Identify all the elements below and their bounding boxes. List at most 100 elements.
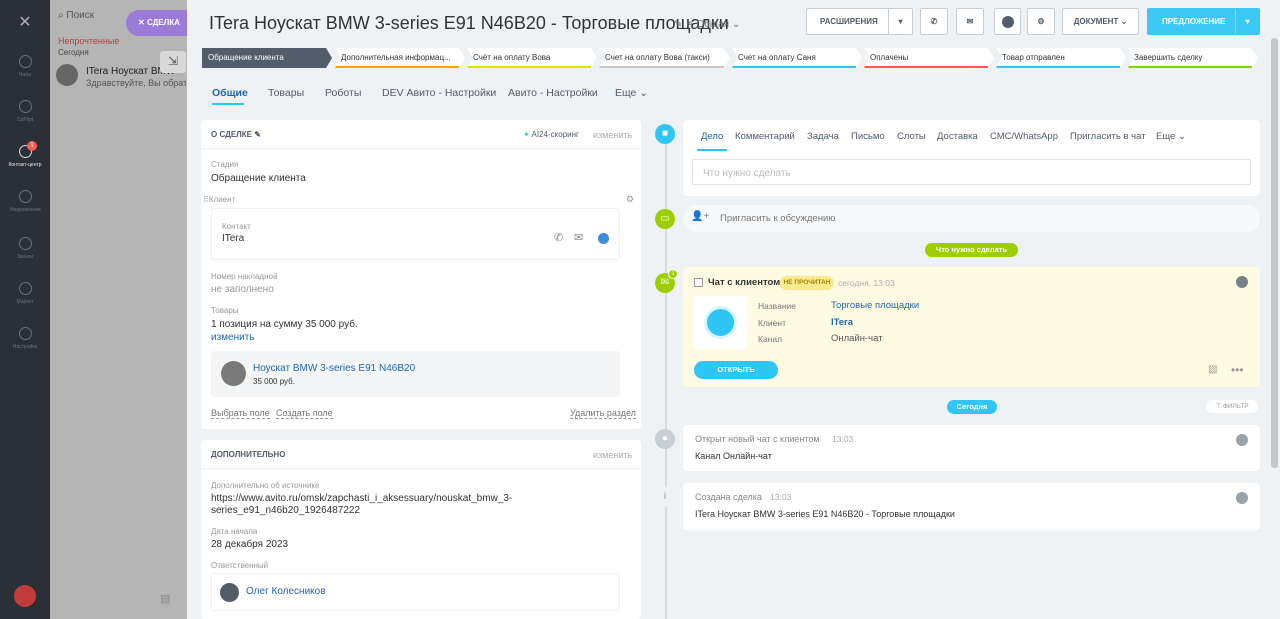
invoice-value[interactable]: не заполнено	[211, 284, 274, 295]
offer-button[interactable]: ПРЕДЛОЖЕНИЕ ▾	[1147, 8, 1260, 35]
open-chat-button[interactable]: ОТКРЫТЬ	[694, 361, 778, 379]
stage-item[interactable]: Обращение клиента	[202, 48, 332, 68]
product-name[interactable]: Ноускат BMW 3-series E91 N46B20	[253, 363, 415, 374]
stage-item[interactable]: Счёт на оплату Вова	[467, 48, 597, 68]
client-label: Клиент	[758, 318, 786, 328]
product-row: Ноускат BMW 3-series E91 N46B20 35 000 р…	[211, 351, 620, 397]
activity-editor: Дело Комментарий Задача Письмо Слоты Дос…	[683, 120, 1260, 196]
date-label: Дата начала	[211, 527, 258, 536]
chevron-down-icon[interactable]: ▾	[888, 9, 912, 34]
phone-icon	[18, 237, 32, 250]
activity-tab-task[interactable]: Задача	[807, 131, 839, 142]
activity-tab-more[interactable]: Еще ⌄	[1156, 131, 1186, 142]
today-label: Сегодня	[58, 48, 89, 57]
pipeline-selector[interactable]: ✎ ⚭ Общая ⌄	[674, 19, 740, 30]
activity-tab-delivery[interactable]: Доставка	[937, 131, 978, 142]
rail-item-market[interactable]: Маркет	[0, 282, 50, 305]
mail-icon[interactable]: ✉	[574, 231, 583, 244]
chat-logo-block	[694, 296, 747, 349]
activity-input[interactable]: Что нужно сделать	[692, 159, 1251, 185]
collapse-button[interactable]: ⇲	[160, 51, 186, 73]
activity-tab-comment[interactable]: Комментарий	[735, 131, 795, 142]
printer-icon[interactable]: ▤	[160, 592, 170, 605]
stage-value[interactable]: Обращение клиента	[211, 173, 306, 184]
create-field-link[interactable]: Создать поле	[276, 408, 333, 419]
stage-item[interactable]: Завершить сделку	[1128, 48, 1258, 68]
history-body: Канал Онлайн-чат	[695, 451, 772, 461]
bell-icon	[18, 190, 32, 203]
tab-avito[interactable]: Авито - Настройки	[508, 87, 598, 99]
rail-item-contact-center[interactable]: Контакт-центр 1	[0, 141, 50, 168]
today-pill: Сегодня	[947, 400, 997, 414]
extensions-button[interactable]: РАСШИРЕНИЯ ▾	[806, 8, 913, 35]
tab-robots[interactable]: Роботы	[325, 87, 361, 99]
complete-checkbox[interactable]	[694, 278, 703, 287]
responsible-value[interactable]: Олег Колесников	[246, 586, 326, 597]
rail-item-calls[interactable]: Звонки	[0, 237, 50, 260]
scrollbar[interactable]	[1271, 38, 1278, 468]
goods-edit-link[interactable]: изменить	[211, 332, 255, 343]
select-field-link[interactable]: Выбрать поле	[211, 408, 270, 419]
close-icon[interactable]: ✕	[0, 12, 50, 32]
call-button[interactable]: ✆	[920, 8, 948, 35]
gear-icon[interactable]: ⚙	[626, 194, 634, 205]
stage-item[interactable]: Дополнительная информац...	[335, 48, 465, 68]
link-icon[interactable]: ⚭	[685, 19, 696, 30]
activity-tab-sms[interactable]: СМС/WhatsApp	[990, 131, 1058, 142]
document-button[interactable]: ДОКУМЕНТ ⌄	[1062, 8, 1139, 35]
tab-more[interactable]: Еще ⌄	[615, 87, 648, 99]
user-icon[interactable]	[1236, 492, 1248, 504]
rail-item-copilot[interactable]: CoPilot	[0, 100, 50, 123]
tab-goods[interactable]: Товары	[268, 87, 304, 99]
chat-card: Чат с клиентом НЕ ПРОЧИТАН сегодня, 13:0…	[683, 267, 1260, 387]
rail-item-notifications[interactable]: Уведомления	[0, 190, 50, 213]
client-label: ⠿Клиент	[203, 195, 236, 204]
avatar	[220, 583, 239, 602]
user-icon[interactable]	[1236, 434, 1248, 446]
chevron-down-icon: ⌄	[731, 19, 741, 30]
source-value-line2: series_e91_n46b20_1926487222	[211, 505, 361, 516]
activity-tab-mail[interactable]: Письмо	[851, 131, 885, 142]
goods-label: Товары	[211, 306, 239, 315]
ai-scoring-button[interactable]: ✦ AI24-скоринг	[523, 130, 579, 139]
user-icon[interactable]	[1236, 276, 1248, 288]
invite-bar[interactable]: 👤+ Пригласить к обсуждению	[683, 205, 1260, 232]
stage-item[interactable]: Товар отправлен	[996, 48, 1126, 68]
chevron-down-icon[interactable]: ▾	[1235, 9, 1259, 34]
tab-general[interactable]: Общие	[212, 87, 248, 99]
contact-value[interactable]: ITera	[222, 233, 244, 244]
activity-tab-deal[interactable]: Дело	[701, 131, 723, 142]
rail-item-chats[interactable]: Чаты	[0, 55, 50, 78]
rail-item-settings[interactable]: Настройки	[0, 327, 50, 350]
stage-item[interactable]: Счет на оплату Вова (такси)	[599, 48, 730, 68]
filter-button[interactable]: ⊤ ФИЛЬТР	[1206, 400, 1258, 413]
user-avatar[interactable]	[14, 585, 36, 607]
product-price: 35 000 руб.	[253, 377, 295, 386]
delete-section-link[interactable]: Удалить раздел	[570, 408, 636, 419]
note-icon[interactable]: ▨	[1208, 364, 1217, 375]
chat-icon[interactable]	[598, 233, 609, 244]
skype-button[interactable]	[994, 8, 1021, 35]
activity-tab-slots[interactable]: Слоты	[897, 131, 926, 142]
activity-tab-invite[interactable]: Пригласить в чат	[1070, 131, 1146, 142]
settings-button[interactable]: ⚙	[1027, 8, 1055, 35]
mail-button[interactable]: ✉	[956, 8, 984, 35]
chat-search[interactable]: ⌕ Поиск	[58, 10, 94, 21]
client-value[interactable]: ITera	[831, 317, 853, 328]
stage-label: Стадия	[211, 160, 239, 169]
tab-dev-avito[interactable]: DEV Авито - Настройки	[382, 87, 496, 99]
pencil-icon[interactable]: ✎	[674, 19, 685, 30]
phone-icon[interactable]: ✆	[554, 231, 563, 244]
more-icon[interactable]: •••	[1231, 363, 1244, 377]
deal-tag[interactable]: ✕ СДЕЛКА	[126, 10, 188, 36]
edit-link[interactable]: изменить	[593, 130, 632, 140]
avatar	[56, 64, 78, 86]
history-time: 13:03	[832, 434, 854, 444]
chevron-down-icon: ⌄	[1177, 131, 1186, 142]
stage-item[interactable]: Оплачены	[864, 48, 994, 68]
stage-item[interactable]: Счет на оплату Саня	[732, 48, 862, 68]
edit-link[interactable]: изменить	[593, 450, 632, 460]
pencil-icon[interactable]: ✎	[254, 130, 261, 139]
info-icon: i	[655, 487, 675, 507]
name-value[interactable]: Торговые площадки	[831, 300, 919, 311]
